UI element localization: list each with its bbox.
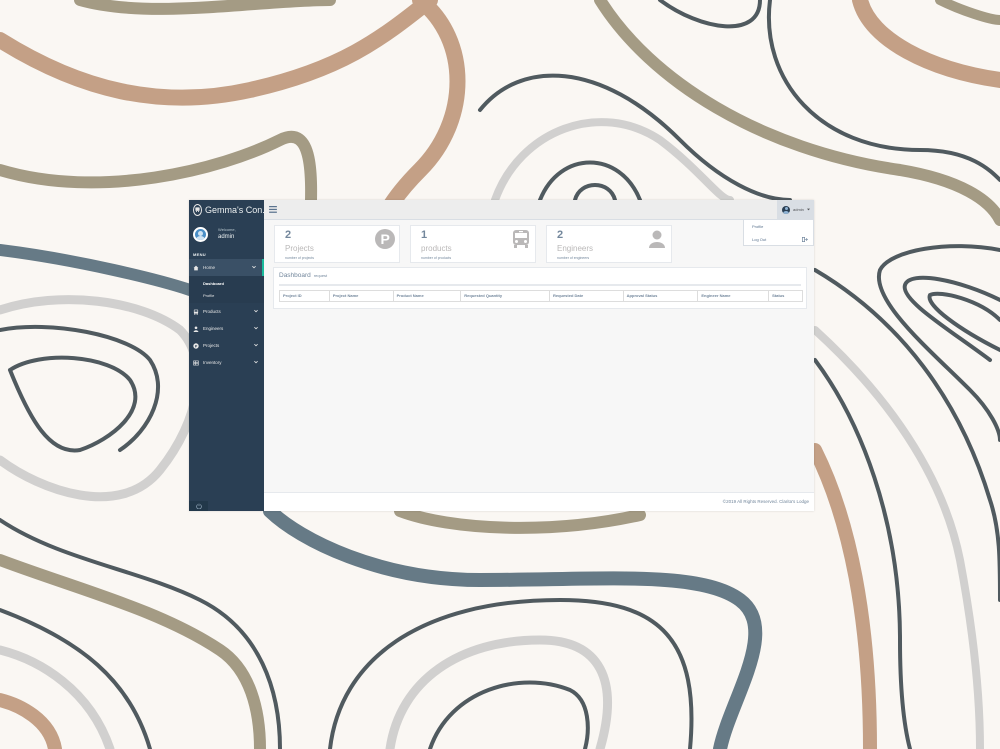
sidebar-item-label: Products <box>203 309 221 314</box>
username-label: admin <box>218 234 235 240</box>
sign-out-icon <box>802 237 808 242</box>
panel-divider <box>279 284 801 286</box>
sidebar-item-label: Inventory <box>203 360 222 365</box>
top-navbar: admin <box>264 200 814 220</box>
tile-count: 2 <box>285 229 292 241</box>
column-header[interactable]: Requested Date <box>550 291 624 301</box>
column-header[interactable]: Approval Status <box>624 291 699 301</box>
sidebar-item-products[interactable]: Products <box>189 303 264 320</box>
power-button[interactable] <box>189 501 208 511</box>
user-icon <box>649 230 665 248</box>
tile-products: 1 products number of products <box>410 225 536 263</box>
tile-projects: 2 Projects number of projects P <box>274 225 400 263</box>
dropdown-item-logout[interactable]: Log Out <box>744 233 813 246</box>
chevron-down-icon <box>254 343 258 347</box>
tile-name: products <box>421 244 452 253</box>
column-header[interactable]: Engineer Name <box>698 291 770 301</box>
sidebar: Gemma's Con. IS Welcome, admin MENU Home… <box>189 200 276 511</box>
dashboard-panel: Dashboard request Project ID Project Name… <box>273 267 807 309</box>
tile-name: Projects <box>285 244 314 253</box>
user-menu-toggle[interactable]: admin <box>777 200 814 219</box>
sidebar-item-inventory[interactable]: Inventory <box>189 354 264 371</box>
dropdown-item-label: Profile <box>752 224 764 229</box>
sidebar-item-dashboard[interactable]: Dashboard <box>189 278 264 290</box>
bus-icon <box>513 230 529 248</box>
tile-subtitle: number of engineers <box>557 256 590 260</box>
user-menu-name: admin <box>793 207 804 212</box>
sidebar-item-projects[interactable]: P Projects <box>189 337 264 354</box>
sidebar-item-label: Projects <box>203 343 220 348</box>
tile-subtitle: number of products <box>421 256 452 260</box>
sidebar-item-profile[interactable]: Profile <box>189 290 264 302</box>
dropdown-item-label: Log Out <box>752 237 767 242</box>
caret-down-icon <box>806 208 810 211</box>
sidebar-item-label: Home <box>203 265 216 270</box>
sidebar-item-home[interactable]: Home <box>189 259 264 276</box>
menu-heading: MENU <box>193 252 206 257</box>
panel-title: Dashboard request <box>279 272 327 279</box>
column-header[interactable]: Product Name <box>394 291 462 301</box>
p-circle-icon: P <box>375 229 395 249</box>
welcome-label: Welcome, <box>218 227 236 232</box>
chevron-down-icon <box>252 265 256 269</box>
column-header[interactable]: Requested Quantity <box>461 291 550 301</box>
tile-subtitle: number of projects <box>285 256 314 260</box>
dropdown-item-profile[interactable]: Profile <box>744 220 813 233</box>
menu-toggle-icon[interactable] <box>269 206 277 213</box>
main-content: 2 Projects number of projects P 1 produc… <box>264 219 814 511</box>
sidebar-profile: Welcome, admin <box>189 219 264 251</box>
column-header[interactable]: Status <box>769 291 802 301</box>
tile-name: Engineers <box>557 244 594 253</box>
table-icon <box>193 360 199 366</box>
chevron-down-icon <box>254 326 258 330</box>
svg-text:P: P <box>381 231 390 247</box>
home-icon <box>193 265 199 271</box>
tile-count: 2 <box>557 229 564 241</box>
bus-icon <box>193 203 202 216</box>
chevron-down-icon <box>254 360 258 364</box>
app-window: Gemma's Con. IS Welcome, admin MENU Home… <box>189 200 814 511</box>
sidebar-submenu-home: Dashboard Profile <box>189 276 264 303</box>
page-footer: ©2019 All Rights Reserved. Clarita's Lod… <box>264 492 814 511</box>
user-icon <box>193 325 199 332</box>
panel-subtitle: request <box>313 273 328 278</box>
avatar <box>782 205 790 214</box>
sidebar-item-label: Engineers <box>203 326 224 331</box>
column-header[interactable]: Project ID <box>280 291 330 301</box>
tile-engineers: 2 Engineers number of engineers <box>546 225 672 263</box>
user-dropdown-menu: Profile Log Out <box>743 219 814 246</box>
footer-text: ©2019 All Rights Reserved. Clarita's Lod… <box>722 499 809 504</box>
avatar <box>193 227 208 242</box>
sidebar-item-engineers[interactable]: Engineers <box>189 320 264 337</box>
tile-count: 1 <box>421 229 428 241</box>
column-header[interactable]: Project Name <box>330 291 394 301</box>
power-icon <box>195 503 202 509</box>
requests-table-header: Project ID Project Name Product Name Req… <box>279 290 803 302</box>
bus-icon <box>193 309 199 315</box>
p-circle-icon: P <box>193 342 199 349</box>
brand[interactable]: Gemma's Con. IS <box>189 200 276 219</box>
panel-title-text: Dashboard <box>279 272 311 279</box>
chevron-down-icon <box>254 309 258 313</box>
